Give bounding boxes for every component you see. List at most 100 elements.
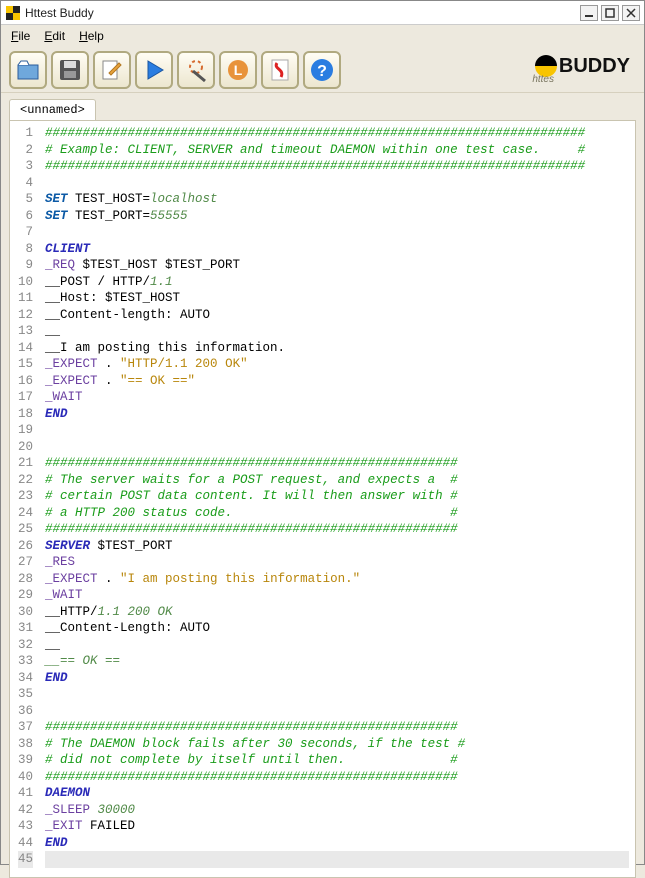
menu-file[interactable]: File [11,29,30,43]
logo-text: BUDDY [559,55,630,78]
code-line[interactable]: ########################################… [45,521,629,538]
code-line[interactable] [45,422,629,439]
code-line[interactable]: ########################################… [45,769,629,786]
line-number: 6 [18,208,33,225]
line-number: 2 [18,142,33,159]
code-line[interactable] [45,439,629,456]
line-number: 44 [18,835,33,852]
maximize-button[interactable] [601,5,619,21]
code-line[interactable] [45,703,629,720]
app-icon [5,5,21,21]
code-line[interactable]: DAEMON [45,785,629,802]
code-line[interactable]: SET TEST_HOST=localhost [45,191,629,208]
code-line[interactable]: ########################################… [45,158,629,175]
code-line[interactable]: END [45,670,629,687]
line-gutter: 1234567891011121314151617181920212223242… [10,121,39,877]
line-number: 45 [18,851,33,868]
code-line[interactable]: ########################################… [45,125,629,142]
line-number: 33 [18,653,33,670]
line-number: 18 [18,406,33,423]
line-number: 4 [18,175,33,192]
code-line[interactable]: _RES [45,554,629,571]
line-number: 19 [18,422,33,439]
code-line[interactable]: ########################################… [45,455,629,472]
line-number: 14 [18,340,33,357]
line-number: 32 [18,637,33,654]
code-line[interactable]: __== OK == [45,653,629,670]
code-line[interactable]: CLIENT [45,241,629,258]
line-number: 40 [18,769,33,786]
line-number: 23 [18,488,33,505]
code-line[interactable]: __ [45,323,629,340]
code-line[interactable] [45,851,629,868]
code-line[interactable]: _EXPECT . "I am posting this information… [45,571,629,588]
line-number: 3 [18,158,33,175]
code-line[interactable]: SERVER $TEST_PORT [45,538,629,555]
tab-unnamed[interactable]: <unnamed> [9,99,96,120]
menu-edit[interactable]: Edit [44,29,65,43]
line-number: 26 [18,538,33,555]
code-line[interactable]: _WAIT [45,587,629,604]
code-line[interactable]: _EXIT FAILED [45,818,629,835]
tabstrip: <unnamed> [1,93,644,120]
folder-open-icon [15,57,41,83]
toolbar: L ? BUDDY httes [1,47,644,93]
edit-button[interactable] [93,51,131,89]
floppy-icon [57,57,83,83]
run-button[interactable] [135,51,173,89]
window-title: Httest Buddy [25,6,580,20]
line-number: 9 [18,257,33,274]
code-line[interactable]: END [45,406,629,423]
code-area[interactable]: ########################################… [39,121,635,877]
code-line[interactable] [45,175,629,192]
close-button[interactable] [622,5,640,21]
code-line[interactable]: _SLEEP 30000 [45,802,629,819]
line-number: 43 [18,818,33,835]
pencil-note-icon [99,57,125,83]
line-number: 16 [18,373,33,390]
code-line[interactable]: __I am posting this information. [45,340,629,357]
code-line[interactable]: __POST / HTTP/1.1 [45,274,629,291]
menu-help[interactable]: Help [79,29,104,43]
code-line[interactable] [45,686,629,703]
line-number: 7 [18,224,33,241]
code-line[interactable]: _WAIT [45,389,629,406]
code-line[interactable]: # The DAEMON block fails after 30 second… [45,736,629,753]
code-line[interactable]: # did not complete by itself until then.… [45,752,629,769]
code-line[interactable]: __Content-length: AUTO [45,307,629,324]
logo: BUDDY httes [530,55,636,85]
pdf-button[interactable] [261,51,299,89]
svg-text:?: ? [317,63,327,80]
code-line[interactable]: _EXPECT . "== OK ==" [45,373,629,390]
code-line[interactable]: # a HTTP 200 status code. # [45,505,629,522]
code-line[interactable]: _EXPECT . "HTTP/1.1 200 OK" [45,356,629,373]
line-number: 29 [18,587,33,604]
open-button[interactable] [9,51,47,89]
save-button[interactable] [51,51,89,89]
line-number: 25 [18,521,33,538]
code-line[interactable]: # The server waits for a POST request, a… [45,472,629,489]
line-number: 37 [18,719,33,736]
code-line[interactable]: END [45,835,629,852]
minimize-button[interactable] [580,5,598,21]
code-line[interactable]: _REQ $TEST_HOST $TEST_PORT [45,257,629,274]
line-number: 22 [18,472,33,489]
code-line[interactable]: __HTTP/1.1 200 OK [45,604,629,621]
play-icon [141,57,167,83]
editor[interactable]: 1234567891011121314151617181920212223242… [9,120,636,878]
wizard-button[interactable] [177,51,215,89]
code-line[interactable]: ########################################… [45,719,629,736]
line-number: 12 [18,307,33,324]
library-button[interactable]: L [219,51,257,89]
line-number: 27 [18,554,33,571]
code-line[interactable]: # certain POST data content. It will the… [45,488,629,505]
code-line[interactable]: __Host: $TEST_HOST [45,290,629,307]
code-line[interactable]: __Content-Length: AUTO [45,620,629,637]
line-number: 39 [18,752,33,769]
line-number: 5 [18,191,33,208]
code-line[interactable]: SET TEST_PORT=55555 [45,208,629,225]
code-line[interactable]: __ [45,637,629,654]
code-line[interactable] [45,224,629,241]
help-button[interactable]: ? [303,51,341,89]
code-line[interactable]: # Example: CLIENT, SERVER and timeout DA… [45,142,629,159]
